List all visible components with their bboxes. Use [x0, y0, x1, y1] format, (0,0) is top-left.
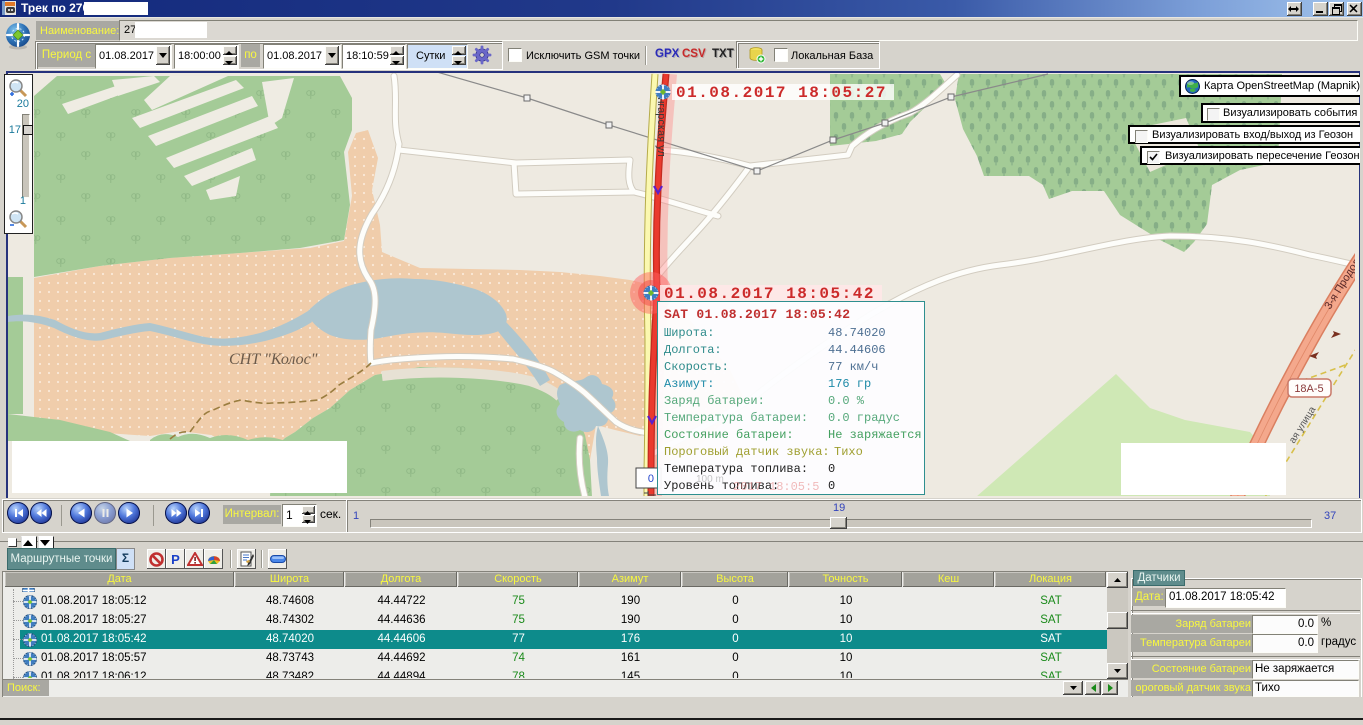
svg-text:Ангарская ул: Ангарская ул	[655, 90, 667, 157]
svg-text:18А-5: 18А-5	[1294, 383, 1323, 395]
svg-text:СНТ "Колос": СНТ "Колос"	[229, 351, 318, 368]
svg-text:0: 0	[648, 473, 654, 485]
svg-text:01.08.2017 18:05:27: 01.08.2017 18:05:27	[676, 84, 887, 102]
